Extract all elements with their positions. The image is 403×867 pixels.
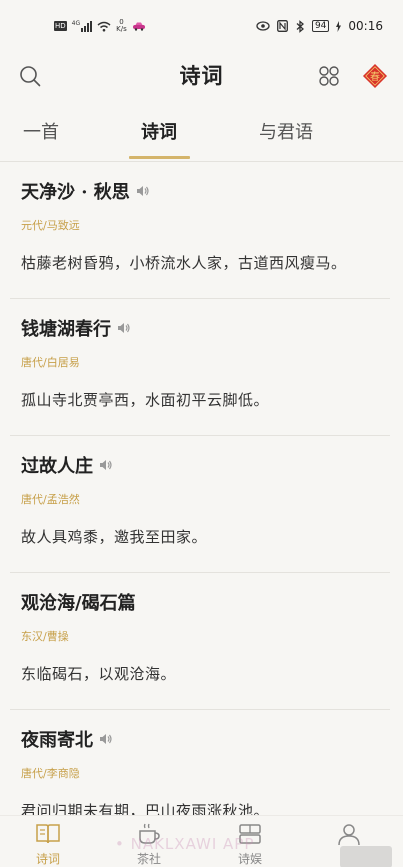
nfc-icon	[277, 20, 288, 32]
poem-line: 枯藤老树昏鸦，小桥流水人家，古道西风瘦马。	[21, 254, 347, 272]
page-title: 诗词	[179, 63, 224, 88]
signal-icon	[81, 20, 93, 32]
poem-card[interactable]: 观沧海/碣石篇 东汉/曹操 东临碣石，以观沧海。	[10, 573, 390, 710]
poem-card[interactable]: 过故人庄 唐代/孟浩然 故人具鸡黍，邀我至田家。	[10, 436, 390, 573]
poem-title-row: 观沧海/碣石篇	[21, 589, 136, 615]
eye-icon	[256, 21, 270, 31]
watermark: • NAKLXAWI APP	[115, 835, 255, 853]
poem-author: 唐代/白居易	[21, 356, 80, 369]
wifi-icon	[97, 21, 111, 31]
poem-title-row: 天净沙 · 秋思	[21, 178, 150, 204]
speaker-icon[interactable]	[117, 322, 131, 334]
tab-yujunyu[interactable]: 与君语	[259, 118, 313, 144]
poem-author: 元代/马致远	[21, 219, 80, 232]
status-left: HD 4G 0 K/s	[54, 18, 146, 34]
poem-author: 东汉/曹操	[21, 630, 69, 643]
poem-line: 东临碣石，以观沧海。	[21, 665, 177, 683]
speaker-icon[interactable]	[99, 459, 113, 471]
hd-badge: HD	[54, 21, 67, 31]
app-header: 诗词 春	[0, 52, 403, 98]
bottom-nav: 诗词 茶社 诗娱 • NAKLXAWI APP	[0, 815, 403, 867]
poem-author: 唐代/李商隐	[21, 767, 80, 780]
poem-title: 观沧海/碣石篇	[21, 593, 136, 614]
charging-icon	[336, 20, 342, 32]
nav-shici[interactable]: 诗词	[18, 822, 78, 867]
poem-title: 钱塘湖春行	[21, 319, 111, 340]
clock: 00:16	[348, 19, 383, 33]
active-tab-indicator	[129, 156, 190, 159]
bluetooth-icon	[296, 19, 304, 33]
tab-shici[interactable]: 诗词	[141, 118, 177, 144]
poem-card[interactable]: 天净沙 · 秋思 元代/马致远 枯藤老树昏鸦，小桥流水人家，古道西风瘦马。	[10, 162, 390, 299]
poem-title-row: 夜雨寄北	[21, 726, 113, 752]
speaker-icon[interactable]	[99, 733, 113, 745]
tab-bar: 一首 诗词 与君语	[0, 110, 403, 162]
nav-label: 诗词	[35, 852, 60, 866]
poem-title: 夜雨寄北	[21, 730, 93, 751]
seal-char: 春	[370, 71, 380, 83]
battery-icon: 94	[311, 20, 330, 32]
book-icon	[36, 824, 60, 844]
net-speed: 0 K/s	[116, 19, 127, 33]
profile-icon	[338, 824, 360, 846]
net-speed-unit: K/s	[116, 25, 127, 33]
poem-title: 过故人庄	[21, 456, 93, 477]
poem-title-row: 钱塘湖春行	[21, 315, 131, 341]
tab-yishou[interactable]: 一首	[23, 118, 59, 144]
poem-title-row: 过故人庄	[21, 452, 113, 478]
poem-author: 唐代/孟浩然	[21, 493, 80, 506]
gesture-indicator[interactable]	[340, 846, 392, 867]
status-right: 94 00:16	[256, 18, 383, 34]
seal-icon[interactable]: 春	[362, 63, 388, 89]
poem-line: 故人具鸡黍，邀我至田家。	[21, 528, 208, 546]
poem-title: 天净沙 · 秋思	[21, 182, 130, 203]
grid-menu-icon[interactable]	[318, 65, 340, 87]
status-bar: HD 4G 0 K/s 94 00:16	[0, 0, 403, 52]
poem-card[interactable]: 钱塘湖春行 唐代/白居易 孤山寺北贾亭西，水面初平云脚低。	[10, 299, 390, 436]
notification-car-icon	[132, 22, 145, 31]
network-type: 4G	[71, 19, 81, 27]
speaker-icon[interactable]	[136, 185, 150, 197]
poem-line: 孤山寺北贾亭西，水面初平云脚低。	[21, 391, 270, 409]
